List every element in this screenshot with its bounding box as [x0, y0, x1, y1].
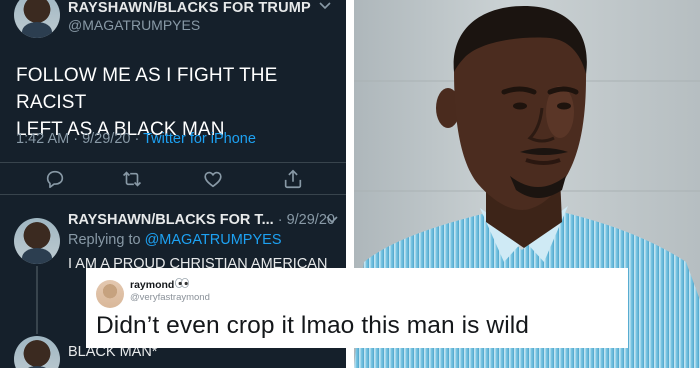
author-handle[interactable]: @MAGATRUMPYES	[68, 17, 200, 33]
share-icon[interactable]	[282, 168, 304, 190]
tweet-meta: 1:42 AM · 9/29/20 · Twitter for iPhone	[16, 131, 256, 147]
chevron-down-icon[interactable]	[318, 0, 332, 12]
thread-line	[36, 266, 38, 334]
reply-author: RAYSHAWN/BLACKS FOR T... · 9/29/20	[68, 212, 335, 228]
replying-to: Replying to @MAGATRUMPYES	[68, 232, 282, 248]
tweet-actions	[0, 165, 346, 193]
replying-to-handle[interactable]: @MAGATRUMPYES	[145, 232, 282, 248]
divider	[0, 162, 346, 163]
quote-avatar[interactable]	[96, 280, 124, 308]
chevron-down-icon[interactable]	[325, 214, 339, 226]
retweet-icon[interactable]	[121, 168, 143, 190]
author-name[interactable]: RAYSHAWN/BLACKS FOR TRUMP	[68, 0, 311, 16]
quote-author-name[interactable]: raymond	[130, 279, 174, 291]
eyes-emoji-icon	[175, 278, 189, 288]
reply-author-avatar[interactable]	[14, 218, 60, 264]
quote-card: raymond @veryfastraymond Didn’t even cro…	[86, 268, 628, 348]
tweet-text-line-1: FOLLOW ME AS I FIGHT THE RACIST	[16, 65, 278, 113]
quote-text: Didn’t even crop it lmao this man is wil…	[96, 312, 530, 339]
tweet-timestamp: 1:42 AM · 9/29/20 ·	[16, 131, 144, 147]
author-avatar[interactable]	[14, 0, 60, 38]
tweet-source-link[interactable]: Twitter for iPhone	[143, 131, 256, 147]
reply-icon[interactable]	[44, 168, 66, 190]
divider	[0, 194, 346, 195]
replying-to-prefix: Replying to	[68, 232, 145, 248]
like-icon[interactable]	[202, 168, 224, 190]
reply-author-name[interactable]: RAYSHAWN/BLACKS FOR T...	[68, 212, 274, 228]
thread-avatar[interactable]	[14, 336, 60, 368]
quote-author-handle[interactable]: @veryfastraymond	[130, 292, 210, 303]
